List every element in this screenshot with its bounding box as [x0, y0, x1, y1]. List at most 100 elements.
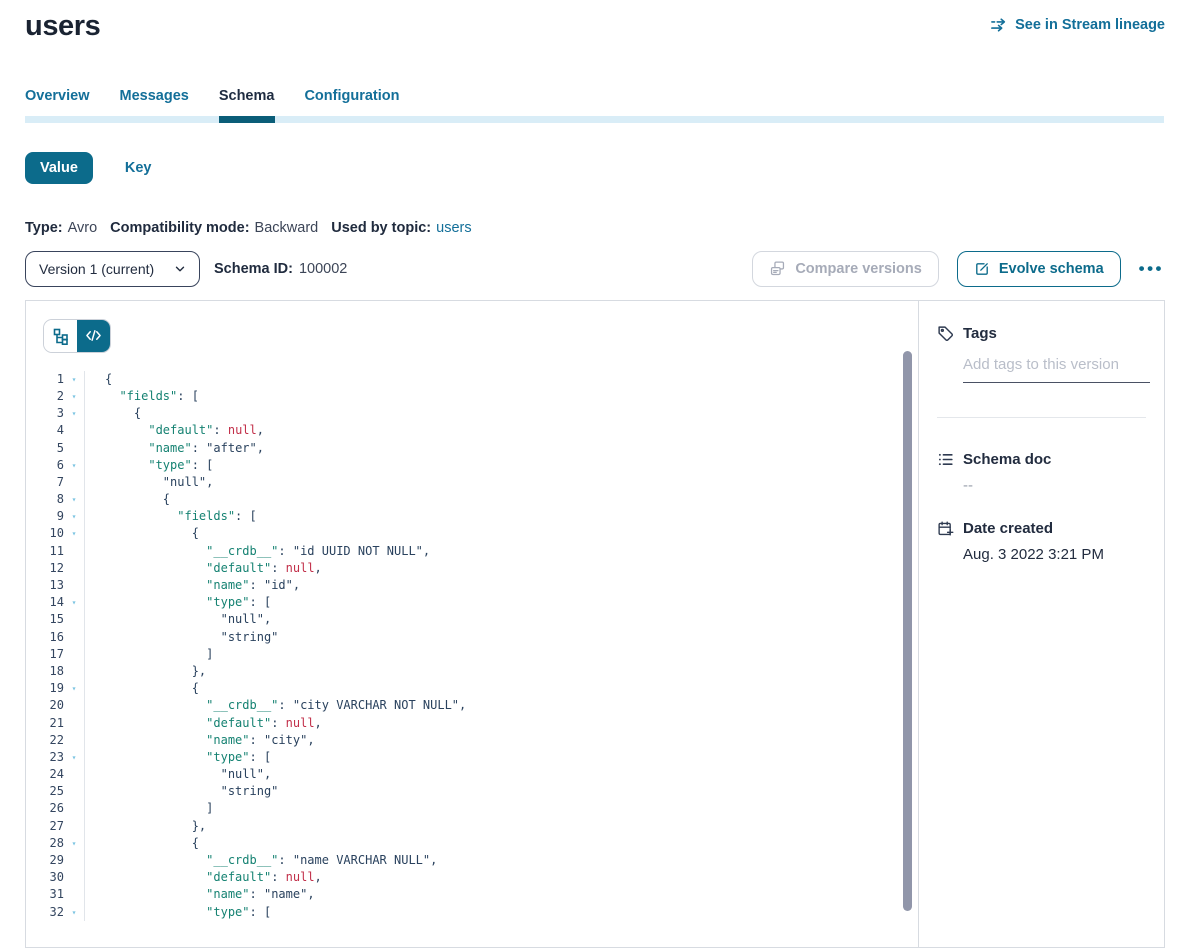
- view-mode-toggle: [43, 319, 111, 353]
- line-number: 13: [26, 577, 64, 594]
- line-number: 7: [26, 474, 64, 491]
- line-content: "name": "name",: [84, 886, 902, 903]
- line-content: "type": [: [84, 904, 902, 921]
- line-number: 23: [26, 749, 64, 766]
- code-line: 19▾ {: [26, 680, 902, 697]
- page-header: users See in Stream lineage: [0, 0, 1189, 44]
- fold-caret-icon[interactable]: ▾: [64, 508, 84, 525]
- evolve-schema-button[interactable]: Evolve schema: [957, 251, 1121, 287]
- fold-caret-icon[interactable]: ▾: [64, 594, 84, 611]
- fold-caret-icon[interactable]: ▾: [64, 457, 84, 474]
- code-line: 14▾ "type": [: [26, 594, 902, 611]
- line-content: {: [84, 491, 902, 508]
- code-view-button[interactable]: [77, 320, 110, 352]
- line-content: "name": "after",: [84, 440, 902, 457]
- code-line: 1▾{: [26, 371, 902, 388]
- fold-caret-icon[interactable]: ▾: [64, 405, 84, 422]
- line-number: 28: [26, 835, 64, 852]
- line-content: "default": null,: [84, 869, 902, 886]
- line-number: 6: [26, 457, 64, 474]
- line-number: 25: [26, 783, 64, 800]
- line-number: 18: [26, 663, 64, 680]
- tab-schema[interactable]: Schema: [219, 88, 275, 104]
- add-tags-input[interactable]: [963, 356, 1150, 383]
- code-line: 18 },: [26, 663, 902, 680]
- code-line: 31 "name": "name",: [26, 886, 902, 903]
- line-number: 30: [26, 869, 64, 886]
- caret-spacer: [64, 783, 84, 800]
- line-number: 16: [26, 629, 64, 646]
- value-toggle-button[interactable]: Value: [25, 152, 93, 184]
- line-number: 10: [26, 525, 64, 542]
- version-select[interactable]: Version 1 (current): [25, 251, 200, 287]
- used-by-topic-label: Used by topic:: [331, 220, 431, 236]
- caret-spacer: [64, 663, 84, 680]
- fold-caret-icon[interactable]: ▾: [64, 680, 84, 697]
- caret-spacer: [64, 886, 84, 903]
- line-number: 14: [26, 594, 64, 611]
- line-content: },: [84, 818, 902, 835]
- schema-id-label: Schema ID:: [214, 261, 293, 277]
- code-line: 24 "null",: [26, 766, 902, 783]
- line-content: {: [84, 405, 902, 422]
- line-number: 3: [26, 405, 64, 422]
- tab-overview[interactable]: Overview: [25, 88, 90, 104]
- schema-controls-row: Version 1 (current) Schema ID: 100002 Co…: [25, 251, 1164, 287]
- line-content: {: [84, 525, 902, 542]
- schema-doc-value: --: [963, 477, 1150, 494]
- code-line: 9▾ "fields": [: [26, 508, 902, 525]
- compatibility-value: Backward: [255, 220, 319, 236]
- line-content: "null",: [84, 474, 902, 491]
- serde-toggle: Value Key: [25, 152, 1164, 184]
- line-number: 26: [26, 800, 64, 817]
- code-line: 32▾ "type": [: [26, 904, 902, 921]
- date-created-section: Date created Aug. 3 2022 3:21 PM: [937, 520, 1150, 563]
- tags-section-header: Tags: [937, 325, 1150, 342]
- line-number: 4: [26, 422, 64, 439]
- line-number: 19: [26, 680, 64, 697]
- schema-code-area: 1▾{2▾ "fields": [3▾ {4 "default": null,5…: [26, 301, 918, 947]
- caret-spacer: [64, 869, 84, 886]
- code-line: 5 "name": "after",: [26, 440, 902, 457]
- schema-meta-row: Type: Avro Compatibility mode: Backward …: [25, 220, 1164, 236]
- tab-configuration[interactable]: Configuration: [304, 88, 399, 104]
- fold-caret-icon[interactable]: ▾: [64, 388, 84, 405]
- code-line: 10▾ {: [26, 525, 902, 542]
- line-content: ]: [84, 800, 902, 817]
- caret-spacer: [64, 560, 84, 577]
- chevron-down-icon: [173, 262, 187, 276]
- stream-lineage-icon: [990, 17, 1008, 33]
- line-content: {: [84, 835, 902, 852]
- fold-caret-icon[interactable]: ▾: [64, 371, 84, 388]
- line-number: 5: [26, 440, 64, 457]
- code-line: 7 "null",: [26, 474, 902, 491]
- used-by-topic-link[interactable]: users: [436, 220, 471, 236]
- line-number: 2: [26, 388, 64, 405]
- type-label: Type:: [25, 220, 63, 236]
- caret-spacer: [64, 800, 84, 817]
- list-icon: [937, 451, 954, 468]
- tab-track: [25, 116, 1164, 123]
- fold-caret-icon[interactable]: ▾: [64, 904, 84, 921]
- tab-messages[interactable]: Messages: [120, 88, 189, 104]
- fold-caret-icon[interactable]: ▾: [64, 491, 84, 508]
- fold-caret-icon[interactable]: ▾: [64, 525, 84, 542]
- caret-spacer: [64, 577, 84, 594]
- caret-spacer: [64, 543, 84, 560]
- stream-lineage-link[interactable]: See in Stream lineage: [990, 17, 1165, 33]
- fold-caret-icon[interactable]: ▾: [64, 835, 84, 852]
- line-number: 1: [26, 371, 64, 388]
- compare-versions-button[interactable]: Compare versions: [752, 251, 939, 287]
- key-toggle-button[interactable]: Key: [119, 159, 158, 177]
- code-line: 16 "string": [26, 629, 902, 646]
- line-content: "__crdb__": "id UUID NOT NULL",: [84, 543, 902, 560]
- code-scrollbar[interactable]: [903, 351, 912, 911]
- line-content: "null",: [84, 611, 902, 628]
- tab-active-indicator: [219, 116, 275, 123]
- tree-view-button[interactable]: [44, 320, 77, 352]
- caret-spacer: [64, 697, 84, 714]
- fold-caret-icon[interactable]: ▾: [64, 749, 84, 766]
- line-content: {: [84, 680, 902, 697]
- date-created-title: Date created: [963, 520, 1053, 537]
- more-options-button[interactable]: •••: [1139, 260, 1164, 277]
